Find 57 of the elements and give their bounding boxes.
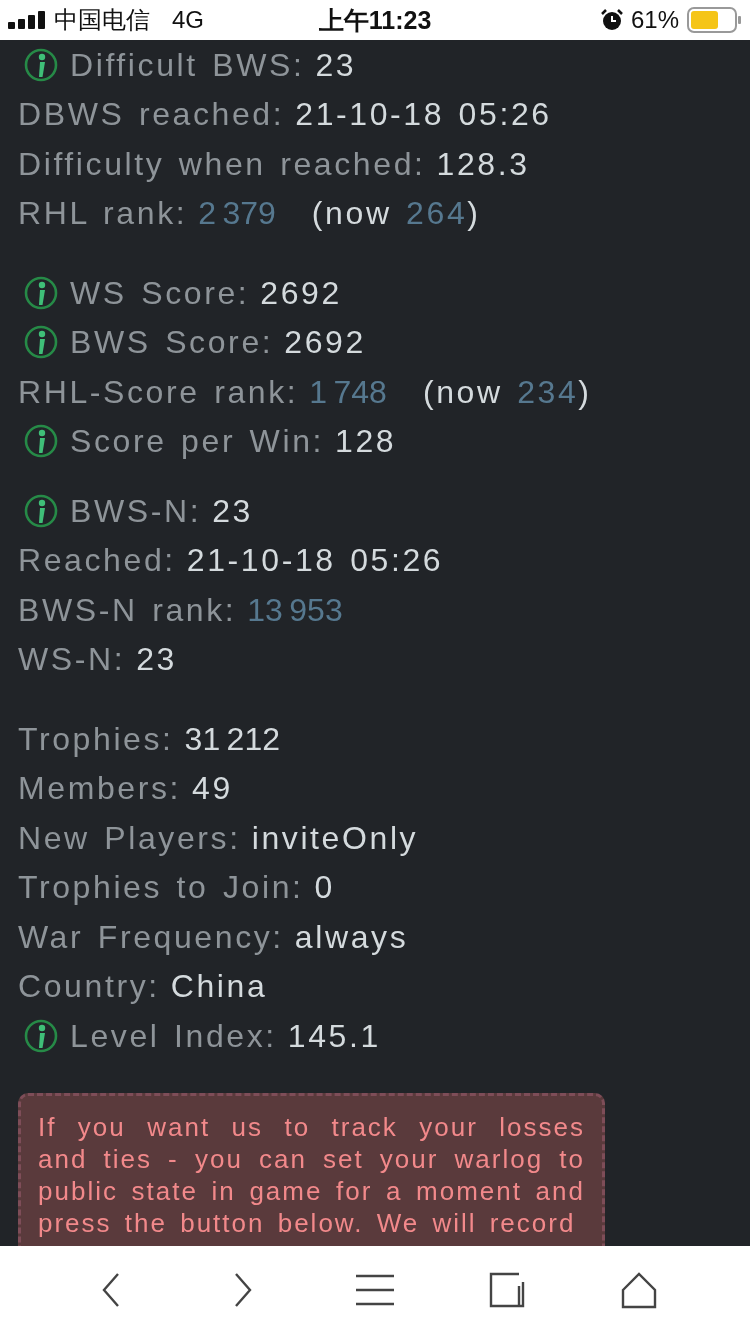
stat-value: 23 <box>315 45 357 85</box>
stat-label: Reached: <box>18 541 176 581</box>
stat-label: Difficulty when reached: <box>18 144 426 184</box>
stat-value: 2692 <box>260 273 342 313</box>
stat-value: 31 212 <box>184 719 280 759</box>
stat-label: New Players: <box>18 818 241 858</box>
battery-icon <box>687 7 742 33</box>
stat-label: WS Score: <box>70 273 250 313</box>
info-icon[interactable] <box>24 275 58 310</box>
network-type: 4G <box>172 8 204 32</box>
rank-link[interactable]: 2 379 <box>198 189 276 238</box>
stat-label: Members: <box>18 769 182 809</box>
stat-label: BWS Score: <box>70 323 274 363</box>
menu-icon[interactable] <box>356 1274 394 1306</box>
stat-value: China <box>170 967 268 1007</box>
signal-icon <box>8 11 46 29</box>
stat-label: Level Index: <box>70 1016 277 1056</box>
stat-value: 23 <box>136 640 177 680</box>
current-rank-text: (now 234) <box>422 372 592 412</box>
stat-value: always <box>294 917 409 957</box>
warning-text: If you want us to track your losses and ties - you can set your warlog to public state in game for a moment and press the button below. We will record <box>38 1110 585 1239</box>
stat-value: 49 <box>192 769 233 809</box>
stat-value: 23 <box>212 491 253 531</box>
stat-value: 2692 <box>284 323 366 363</box>
stat-label: BWS-N: <box>70 491 202 531</box>
stat-label: Country: <box>18 967 160 1007</box>
stat-label: WS-N: <box>18 640 126 680</box>
home-icon[interactable] <box>621 1271 657 1309</box>
info-icon[interactable] <box>24 1018 58 1053</box>
stat-label: Trophies: <box>18 719 174 759</box>
battery-percent: 61% <box>630 8 679 32</box>
info-icon[interactable] <box>24 493 58 528</box>
stat-label: Score per Win: <box>70 422 325 462</box>
info-icon[interactable] <box>24 47 58 82</box>
rank-link[interactable]: 13 953 <box>247 585 343 634</box>
stat-value: 21-10-18 05:26 <box>295 95 552 135</box>
stat-label: War Frequency: <box>18 917 284 957</box>
stat-label: BWS-N rank: <box>18 590 237 630</box>
stat-label: RHL rank: <box>18 194 188 234</box>
tabs-icon[interactable] <box>489 1272 525 1308</box>
stat-value: 128.3 <box>436 144 530 184</box>
info-icon[interactable] <box>24 424 58 459</box>
stat-value: 145.1 <box>287 1016 381 1056</box>
alarm-clock-icon <box>600 9 623 31</box>
info-icon[interactable] <box>24 325 58 360</box>
stat-value: 128 <box>335 422 397 462</box>
rank-link[interactable]: 1 748 <box>309 367 387 416</box>
stat-label: Difficult BWS: <box>70 45 305 85</box>
current-rank-text: (now 264) <box>311 194 481 234</box>
stat-value: 0 <box>314 868 335 908</box>
stat-label: Trophies to Join: <box>18 868 304 908</box>
clock-time: 上午11:23 <box>318 7 432 33</box>
stat-label: DBWS reached: <box>18 95 285 135</box>
stat-value: 21-10-18 05:26 <box>186 541 444 581</box>
stat-value: inviteOnly <box>251 818 419 858</box>
stat-label: RHL-Score rank: <box>18 372 299 412</box>
carrier-name: 中国电信 <box>54 8 150 32</box>
